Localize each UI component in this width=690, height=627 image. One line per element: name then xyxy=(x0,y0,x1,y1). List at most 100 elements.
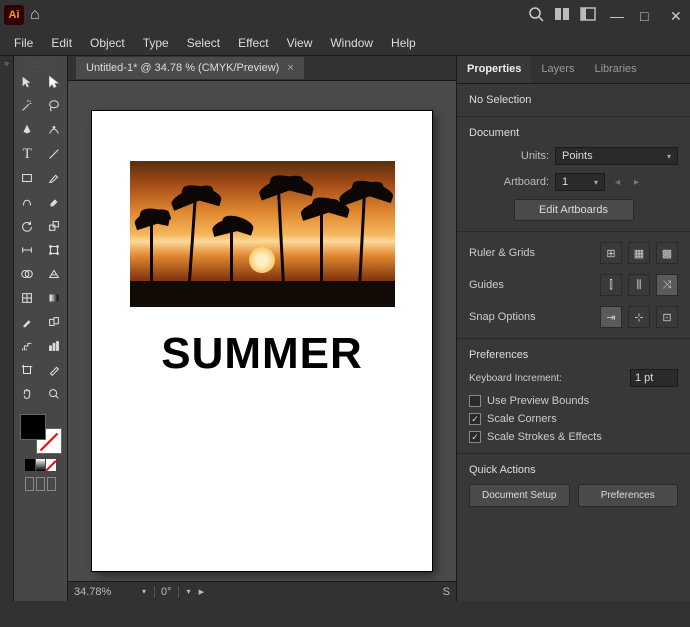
scale-strokes-checkbox[interactable]: ✓ Scale Strokes & Effects xyxy=(469,431,678,443)
edit-artboards-button[interactable]: Edit Artboards xyxy=(514,199,634,221)
zoom-level[interactable]: 34.78% xyxy=(74,586,134,598)
magic-wand-tool[interactable] xyxy=(14,94,41,118)
artboard-next-icon[interactable]: ▸ xyxy=(630,177,643,188)
mesh-tool[interactable] xyxy=(14,286,41,310)
scale-tool[interactable] xyxy=(41,214,68,238)
selection-status: No Selection xyxy=(469,94,678,106)
panel-handle[interactable]: ::::: xyxy=(14,60,67,70)
ruler-grids-label: Ruler & Grids xyxy=(469,247,594,259)
symbol-sprayer-tool[interactable] xyxy=(14,334,41,358)
snap-grid-icon[interactable]: ⊹ xyxy=(628,306,650,328)
placed-image[interactable] xyxy=(130,161,395,307)
line-tool[interactable] xyxy=(41,142,68,166)
rotate-view[interactable]: 0° xyxy=(154,586,179,598)
document-tab[interactable]: Untitled-1* @ 34.78 % (CMYK/Preview) × xyxy=(76,57,304,79)
scale-corners-checkbox[interactable]: ✓ Scale Corners xyxy=(469,413,678,425)
draw-inside-icon[interactable] xyxy=(47,477,56,491)
zoom-tool[interactable] xyxy=(41,382,68,406)
menu-help[interactable]: Help xyxy=(383,32,424,54)
width-tool[interactable] xyxy=(14,238,41,262)
nav-arrow-icon[interactable]: ▸ xyxy=(199,585,205,598)
type-tool[interactable]: T xyxy=(14,142,41,166)
search-icon[interactable] xyxy=(528,6,544,25)
canvas[interactable]: SUMMER xyxy=(68,81,456,581)
eraser-tool[interactable] xyxy=(41,190,68,214)
blend-tool[interactable] xyxy=(41,310,68,334)
tab-properties[interactable]: Properties xyxy=(457,56,531,83)
gradient-mode-icon[interactable] xyxy=(36,459,46,471)
perspective-tool[interactable] xyxy=(41,262,68,286)
tools-panel: ::::: T xyxy=(14,56,68,601)
eyedropper-tool[interactable] xyxy=(14,310,41,334)
menu-select[interactable]: Select xyxy=(179,32,228,54)
shaper-tool[interactable] xyxy=(14,190,41,214)
snap-point-icon[interactable]: ⇥ xyxy=(600,306,622,328)
pen-tool[interactable] xyxy=(14,118,41,142)
units-select[interactable]: Points▾ xyxy=(555,147,678,165)
zoom-caret-icon[interactable]: ▾ xyxy=(142,587,146,596)
keyboard-increment-input[interactable] xyxy=(630,369,678,387)
artboard-select[interactable]: 1▾ xyxy=(555,173,605,191)
lasso-tool[interactable] xyxy=(41,94,68,118)
close-button[interactable]: ✕ xyxy=(670,8,686,22)
minimize-button[interactable]: — xyxy=(610,8,626,22)
color-mode-icon[interactable] xyxy=(25,459,35,471)
keyboard-increment-label: Keyboard Increment: xyxy=(469,373,624,384)
checkbox-icon: ✓ xyxy=(469,431,481,443)
text-summer[interactable]: SUMMER xyxy=(122,329,402,379)
draw-behind-icon[interactable] xyxy=(36,477,45,491)
menu-object[interactable]: Object xyxy=(82,32,133,54)
grid-icon[interactable]: ▦ xyxy=(628,242,650,264)
guides-lock-icon[interactable]: ⫼ xyxy=(628,274,650,296)
ruler-icon[interactable]: ⊞ xyxy=(600,242,622,264)
snap-pixel-icon[interactable]: ⊡ xyxy=(656,306,678,328)
gradient-tool[interactable] xyxy=(41,286,68,310)
app-logo: Ai xyxy=(4,5,24,25)
artboard-tool[interactable] xyxy=(14,358,41,382)
draw-normal-icon[interactable] xyxy=(25,477,34,491)
menu-edit[interactable]: Edit xyxy=(43,32,80,54)
smart-guides-icon[interactable]: ⤨ xyxy=(656,274,678,296)
maximize-button[interactable]: □ xyxy=(640,8,656,22)
hand-tool[interactable] xyxy=(14,382,41,406)
menu-view[interactable]: View xyxy=(279,32,321,54)
guides-show-icon[interactable]: ⫿ xyxy=(600,274,622,296)
preview-bounds-checkbox[interactable]: Use Preview Bounds xyxy=(469,395,678,407)
artboard[interactable]: SUMMER xyxy=(92,111,432,571)
menu-file[interactable]: File xyxy=(6,32,41,54)
status-bar: 34.78% ▾ 0° ▾ ▸ S xyxy=(68,581,456,601)
workspace-icon[interactable] xyxy=(580,7,596,24)
menu-effect[interactable]: Effect xyxy=(230,32,276,54)
units-label: Units: xyxy=(469,150,549,162)
section-preferences: Preferences xyxy=(469,349,678,361)
home-icon[interactable]: ⌂ xyxy=(30,6,40,24)
tab-close-icon[interactable]: × xyxy=(287,62,293,74)
fill-stroke-swatch[interactable] xyxy=(20,414,62,454)
guides-label: Guides xyxy=(469,279,594,291)
curvature-tool[interactable] xyxy=(41,118,68,142)
arrange-icon[interactable] xyxy=(554,7,570,24)
transparency-grid-icon[interactable]: ▩ xyxy=(656,242,678,264)
shape-builder-tool[interactable] xyxy=(14,262,41,286)
menu-window[interactable]: Window xyxy=(322,32,381,54)
none-mode-icon[interactable] xyxy=(46,459,56,471)
expand-dock-icon[interactable]: » xyxy=(0,56,13,70)
checkbox-icon: ✓ xyxy=(469,413,481,425)
tab-layers[interactable]: Layers xyxy=(531,56,584,83)
tab-libraries[interactable]: Libraries xyxy=(584,56,646,83)
menu-type[interactable]: Type xyxy=(135,32,177,54)
fill-swatch[interactable] xyxy=(20,414,46,440)
artboard-prev-icon[interactable]: ◂ xyxy=(611,177,624,188)
document-setup-button[interactable]: Document Setup xyxy=(469,484,570,507)
slice-tool[interactable] xyxy=(41,358,68,382)
preferences-button[interactable]: Preferences xyxy=(578,484,679,507)
paintbrush-tool[interactable] xyxy=(41,166,68,190)
free-transform-tool[interactable] xyxy=(41,238,68,262)
rotate-caret-icon[interactable]: ▾ xyxy=(187,587,191,596)
rectangle-tool[interactable] xyxy=(14,166,41,190)
selection-tool[interactable] xyxy=(14,70,41,94)
direct-selection-tool[interactable] xyxy=(41,70,68,94)
rotate-tool[interactable] xyxy=(14,214,41,238)
section-quick-actions: Quick Actions xyxy=(469,464,678,476)
column-graph-tool[interactable] xyxy=(41,334,68,358)
